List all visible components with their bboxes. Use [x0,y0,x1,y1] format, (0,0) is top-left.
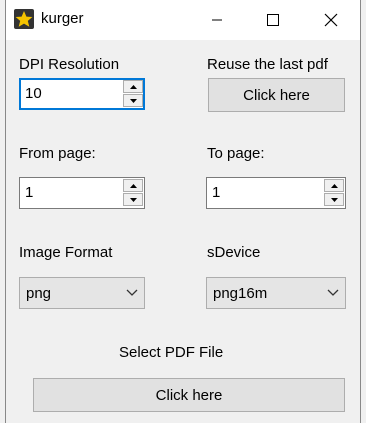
to-page-spinbox[interactable]: 1 [206,177,346,209]
dpi-label: DPI Resolution [19,56,120,73]
reuse-label: Reuse the last pdf [207,56,328,73]
dpi-spinbox[interactable]: 10 [19,78,145,110]
title-bar[interactable]: kurger [6,0,360,40]
app-window: kurger DPI Resolution 10 Reuse the last … [5,0,361,423]
chevron-down-icon [327,289,339,296]
from-page-spin-arrows [123,179,143,207]
chevron-down-icon [126,289,138,296]
sdevice-select[interactable]: png16m [206,277,346,309]
image-format-select[interactable]: png [19,277,145,309]
star-icon [14,9,34,29]
minimize-icon [212,19,222,21]
dpi-spin-arrows [123,80,143,108]
sdevice-label: sDevice [207,244,261,261]
chevron-down-icon [129,197,137,202]
from-page-value[interactable]: 1 [25,184,33,201]
to-page-label: To page: [207,145,265,162]
to-page-increment-button[interactable] [324,179,344,192]
from-page-spinbox[interactable]: 1 [19,177,145,209]
image-format-label: Image Format [19,244,113,261]
select-pdf-label: Select PDF File [119,344,224,361]
from-page-label: From page: [19,145,96,162]
chevron-up-icon [129,84,137,89]
from-page-increment-button[interactable] [123,179,143,192]
sdevice-value: png16m [213,285,268,302]
chevron-down-icon [330,197,338,202]
maximize-button[interactable] [250,0,296,40]
select-pdf-button[interactable]: Click here [33,378,345,412]
to-page-spin-arrows [324,179,344,207]
close-button[interactable] [308,0,354,40]
close-icon [324,13,338,27]
to-page-decrement-button[interactable] [324,193,344,206]
chevron-up-icon [129,183,137,188]
maximize-icon [267,14,279,26]
image-format-value: png [26,285,52,302]
dpi-value[interactable]: 10 [25,85,42,102]
chevron-down-icon [129,98,137,103]
dpi-increment-button[interactable] [123,80,143,93]
minimize-button[interactable] [194,0,240,40]
to-page-value[interactable]: 1 [212,184,220,201]
window-title: kurger [41,10,84,27]
from-page-decrement-button[interactable] [123,193,143,206]
dpi-decrement-button[interactable] [123,94,143,107]
reuse-button[interactable]: Click here [208,78,345,112]
chevron-up-icon [330,183,338,188]
